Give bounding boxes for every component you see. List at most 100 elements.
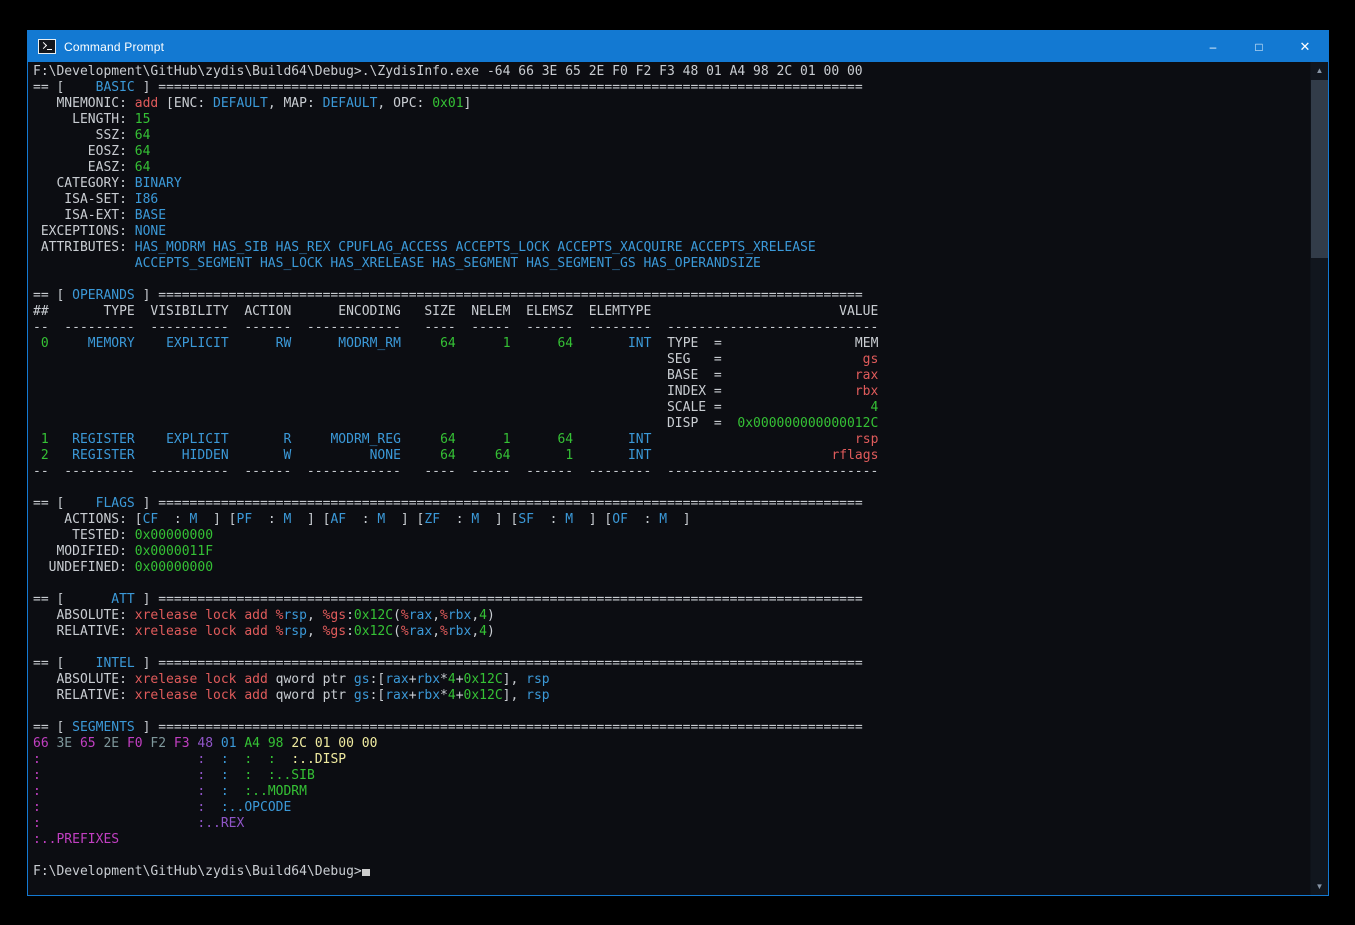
text-run: INT xyxy=(628,432,651,447)
console-line: 1 REGISTER EXPLICIT R MODRM_REG 64 1 64 … xyxy=(33,432,1310,448)
text-run: MODIFIED: xyxy=(33,544,135,559)
text-run: gs xyxy=(354,688,370,703)
text-run xyxy=(401,448,440,463)
text-run xyxy=(119,736,127,751)
text-run: : xyxy=(440,512,471,527)
text-run xyxy=(401,432,440,447)
text-run: 0x00000000 xyxy=(135,560,213,575)
text-run: ] xyxy=(667,512,690,527)
window-controls: – □ ✕ xyxy=(1190,31,1328,62)
text-run xyxy=(276,752,292,767)
text-run: AF xyxy=(330,512,346,527)
text-run: INDEX = xyxy=(33,384,855,399)
text-run: 0x12C xyxy=(464,672,503,687)
scroll-up-button[interactable]: ▲ xyxy=(1311,62,1328,79)
scrollbar-track[interactable] xyxy=(1311,79,1328,878)
vertical-scrollbar[interactable]: ▲ ▼ xyxy=(1310,62,1328,895)
text-run: * xyxy=(440,672,448,687)
text-run xyxy=(651,448,831,463)
console-line: SCALE = 4 xyxy=(33,400,1310,416)
text-run: % xyxy=(401,608,409,623)
text-run: gs xyxy=(863,352,879,367)
console-line: UNDEFINED: 0x00000000 xyxy=(33,560,1310,576)
text-run: 4 xyxy=(870,400,878,415)
console-body: F:\Development\GitHub\zydis\Build64\Debu… xyxy=(28,62,1328,895)
title-bar[interactable]: Command Prompt – □ ✕ xyxy=(28,31,1328,62)
text-run xyxy=(456,448,495,463)
text-run: == [ xyxy=(33,720,64,735)
console-line: ABSOLUTE: xrelease lock add %rsp, %gs:0x… xyxy=(33,608,1310,624)
text-run: , xyxy=(471,624,479,639)
scroll-down-button[interactable]: ▼ xyxy=(1311,878,1328,895)
text-run: ATT xyxy=(64,592,134,607)
text-run: * xyxy=(440,688,448,703)
console-line: == [ INTEL ] ===========================… xyxy=(33,656,1310,672)
text-run: 4 xyxy=(448,688,456,703)
text-run: : xyxy=(346,608,354,623)
text-run: 0x000000000000012C xyxy=(737,416,878,431)
console-line xyxy=(33,848,1310,864)
console-line: == [ FLAGS ] ===========================… xyxy=(33,496,1310,512)
text-run: DEFAULT xyxy=(213,96,268,111)
text-run: 0x12C xyxy=(464,688,503,703)
text-run xyxy=(511,448,566,463)
console-line: EXCEPTIONS: NONE xyxy=(33,224,1310,240)
text-run xyxy=(229,448,284,463)
text-run: ] [ xyxy=(479,512,518,527)
text-run: rsp xyxy=(855,432,878,447)
console-line: BASE = rax xyxy=(33,368,1310,384)
console-line xyxy=(33,704,1310,720)
text-run xyxy=(213,736,221,751)
console-line xyxy=(33,640,1310,656)
text-run: : xyxy=(268,752,276,767)
text-run: F3 xyxy=(174,736,190,751)
text-run xyxy=(49,432,72,447)
text-run: DISP = xyxy=(33,416,737,431)
text-run: ) xyxy=(487,624,495,639)
minimize-button[interactable]: – xyxy=(1190,31,1236,62)
text-run: add xyxy=(135,96,158,111)
text-run: : xyxy=(252,512,283,527)
console-line: F:\Development\GitHub\zydis\Build64\Debu… xyxy=(33,864,1310,880)
text-run: ) xyxy=(487,608,495,623)
text-run: + xyxy=(409,672,417,687)
text-run: ] [ xyxy=(291,512,330,527)
text-run: EOSZ: xyxy=(33,144,135,159)
text-run: ], xyxy=(503,672,526,687)
text-run: 4 xyxy=(448,672,456,687)
text-run: SEG = xyxy=(33,352,863,367)
console-line: == [ SEGMENTS ] ========================… xyxy=(33,720,1310,736)
text-run: :..SIB xyxy=(268,768,315,783)
text-run: % xyxy=(401,624,409,639)
text-run: : xyxy=(221,768,229,783)
text-run xyxy=(401,336,440,351)
text-run xyxy=(41,816,198,831)
text-run xyxy=(41,800,198,815)
text-run: qword ptr xyxy=(276,688,354,703)
text-run xyxy=(456,336,503,351)
text-run: ## TYPE VISIBILITY ACTION ENCODING SIZE … xyxy=(33,304,878,319)
console-output[interactable]: F:\Development\GitHub\zydis\Build64\Debu… xyxy=(28,62,1310,895)
close-button[interactable]: ✕ xyxy=(1282,31,1328,62)
text-run: xrelease lock add % xyxy=(135,624,284,639)
text-run xyxy=(135,432,166,447)
text-run xyxy=(33,256,135,271)
console-line: == [ ATT ] =============================… xyxy=(33,592,1310,608)
text-run xyxy=(651,432,855,447)
text-run: -- --------- ---------- ------ ---------… xyxy=(33,320,878,335)
text-run: rsp xyxy=(283,624,306,639)
text-run: : xyxy=(346,512,377,527)
text-run: ATTRIBUTES: xyxy=(33,240,135,255)
text-run: 0x12C xyxy=(354,624,393,639)
maximize-button[interactable]: □ xyxy=(1236,31,1282,62)
console-line: :..PREFIXES xyxy=(33,832,1310,848)
text-run xyxy=(72,736,80,751)
text-run: :..MODRM xyxy=(244,784,307,799)
text-run xyxy=(456,432,503,447)
scrollbar-thumb[interactable] xyxy=(1311,80,1328,258)
text-run xyxy=(205,768,221,783)
text-run: xrelease lock add xyxy=(135,688,276,703)
console-line: ## TYPE VISIBILITY ACTION ENCODING SIZE … xyxy=(33,304,1310,320)
text-run: F:\Development\GitHub\zydis\Build64\Debu… xyxy=(33,64,863,79)
text-run xyxy=(49,448,72,463)
